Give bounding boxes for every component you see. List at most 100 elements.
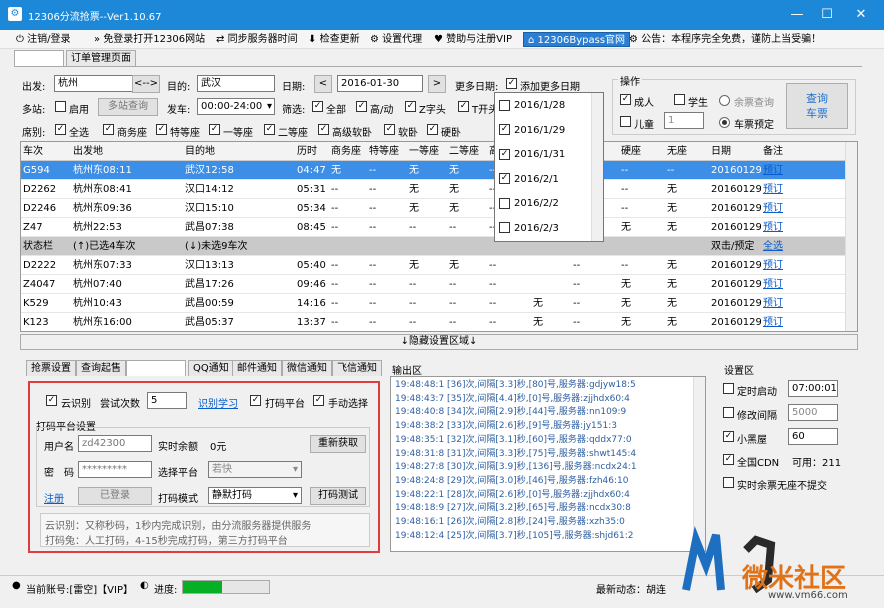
date-option-checkbox[interactable] bbox=[499, 99, 510, 111]
open-12306-button[interactable]: » 免登录打开12306网站 bbox=[94, 32, 205, 47]
minimize-button[interactable]: — bbox=[782, 0, 812, 30]
depart-select[interactable]: 00:00-24:00 ▾ bbox=[197, 98, 275, 115]
cloud-checkbox[interactable]: ✓ bbox=[46, 395, 57, 406]
realtime-checkbox[interactable] bbox=[723, 477, 734, 488]
tab-email[interactable]: 邮件通知 bbox=[232, 360, 282, 376]
seat-checkbox-3[interactable]: ✓ bbox=[209, 124, 220, 135]
table-row[interactable]: Z4047 杭州07:40 武昌17:26 09:46 -- -- -- -- -- -- 无 无 20… bbox=[21, 275, 847, 294]
blackroom-checkbox[interactable]: ✓ bbox=[723, 431, 734, 442]
date-input[interactable]: 2016-01-30 bbox=[337, 75, 423, 92]
table-cell[interactable]: 预订 bbox=[761, 256, 791, 275]
interval-checkbox[interactable] bbox=[723, 407, 734, 418]
seat-checkbox-7[interactable]: ✓ bbox=[427, 124, 438, 135]
tab-orders[interactable]: 订单管理页面 bbox=[66, 50, 136, 66]
date-option[interactable]: ✓ 2016/1/31 bbox=[499, 144, 565, 166]
tab-qq[interactable]: QQ通知 bbox=[188, 360, 234, 376]
to-input[interactable]: 武汉 bbox=[197, 75, 275, 92]
table-cell[interactable]: 预订 bbox=[761, 199, 791, 218]
table-cell[interactable]: 预订 bbox=[761, 275, 791, 294]
table-cell[interactable]: 全选 bbox=[761, 237, 791, 256]
timer-input[interactable]: 07:00:01 bbox=[788, 380, 838, 397]
blackroom-input[interactable]: 60 bbox=[788, 428, 838, 445]
username-field[interactable]: zd42300 bbox=[78, 435, 152, 452]
hide-settings-bar[interactable]: ↓隐藏设置区域↓ bbox=[20, 334, 858, 350]
date-option-checkbox[interactable]: ✓ bbox=[499, 173, 510, 184]
sponsor-button[interactable]: ♥ 赞助与注册VIP bbox=[434, 32, 512, 47]
from-input[interactable]: 杭州 bbox=[54, 75, 134, 92]
seat-checkbox-6[interactable]: ✓ bbox=[384, 124, 395, 135]
seat-checkbox-4[interactable]: ✓ bbox=[264, 124, 275, 135]
child-count-stepper[interactable]: 1 bbox=[664, 112, 704, 129]
login-status-button[interactable]: 已登录 bbox=[78, 487, 152, 505]
swap-button[interactable]: <--> bbox=[132, 75, 160, 93]
table-row[interactable]: Z47杭州22:53武昌07:3808:45------------无无2016… bbox=[21, 218, 847, 237]
date-option[interactable]: 2016/2/3 bbox=[499, 218, 559, 240]
seat-checkbox-0[interactable]: ✓ bbox=[55, 124, 66, 135]
tab-captcha[interactable]: 验证码设置 bbox=[126, 360, 186, 376]
register-link[interactable]: 注册 bbox=[44, 490, 64, 505]
check-update-button[interactable]: ⬇ 检查更新 bbox=[308, 32, 360, 47]
announcement[interactable]: ⚙ 公告：本程序完全免费，谨防上当受骗！ bbox=[629, 32, 821, 47]
filter-t-checkbox[interactable]: ✓ bbox=[458, 101, 469, 112]
platform-checkbox[interactable]: ✓ bbox=[250, 395, 261, 406]
interval-input[interactable]: 5000 bbox=[788, 404, 838, 421]
table-cell[interactable]: 预订 bbox=[761, 218, 791, 237]
seat-checkbox-1[interactable]: ✓ bbox=[103, 124, 114, 135]
table-cell[interactable]: 预订 bbox=[761, 294, 791, 313]
table-cell[interactable]: 预订 bbox=[761, 313, 791, 331]
close-button[interactable]: ✕ bbox=[846, 0, 876, 30]
table-row[interactable]: K123 杭州东16:00 武昌05:37 13:37 -- -- -- -- -- 无 -- 无 无 2… bbox=[21, 313, 847, 331]
date-option[interactable]: ✓ 2016/2/1 bbox=[499, 169, 559, 191]
date-option[interactable]: ✓ 2016/1/29 bbox=[499, 120, 565, 142]
table-cell[interactable]: 预订 bbox=[761, 161, 791, 180]
table-row[interactable]: 状态栏 (↑)已选4车次 (↓)未选9车次 双击/预定 全选 bbox=[21, 237, 847, 256]
ticket-check-radio[interactable] bbox=[719, 95, 730, 106]
ticket-reserve-radio[interactable] bbox=[719, 117, 730, 128]
seat-checkbox-2[interactable]: ✓ bbox=[156, 124, 167, 135]
tab-fetion[interactable]: 飞信通知 bbox=[332, 360, 382, 376]
password-field[interactable]: ********* bbox=[78, 461, 152, 478]
date-option-checkbox[interactable] bbox=[499, 197, 510, 209]
filter-z-checkbox[interactable]: ✓ bbox=[405, 101, 416, 112]
captcha-test-button[interactable]: 打码测试 bbox=[310, 487, 366, 505]
student-checkbox[interactable] bbox=[674, 94, 685, 105]
seat-checkbox-5[interactable]: ✓ bbox=[318, 124, 329, 135]
prev-date-button[interactable]: < bbox=[314, 75, 332, 93]
cdn-checkbox[interactable]: ✓ bbox=[723, 454, 734, 465]
date-option-checkbox[interactable] bbox=[499, 222, 510, 233]
platform-select[interactable]: 若快 ▾ bbox=[208, 461, 302, 478]
table-cell[interactable]: 预订 bbox=[761, 180, 791, 199]
tab-ticket[interactable]: 抢票页面 bbox=[14, 50, 64, 66]
add-dates-checkbox[interactable]: ✓ bbox=[506, 78, 517, 89]
adult-checkbox[interactable]: ✓ bbox=[620, 94, 631, 105]
table-row[interactable]: K529 杭州10:43 武昌00:59 14:16 -- -- -- -- -- 无 -- 无 无 20… bbox=[21, 294, 847, 313]
query-tickets-button[interactable]: 查询 车票 bbox=[786, 83, 848, 129]
table-row[interactable]: D2246杭州东09:36汉口15:1005:34----无无------无20… bbox=[21, 199, 847, 218]
date-option[interactable]: 2016/1/28 bbox=[499, 95, 565, 117]
timer-checkbox[interactable] bbox=[723, 383, 734, 394]
date-option-checkbox[interactable]: ✓ bbox=[499, 148, 510, 160]
table-scrollbar[interactable] bbox=[845, 142, 857, 331]
mode-select[interactable]: 静默打码 ▾ bbox=[208, 487, 302, 504]
more-dates-dropdown[interactable]: 2016/1/28 ✓ 2016/1/29 ✓ 2016/1/31 ✓ 2016/2/1 20… bbox=[494, 92, 604, 242]
login-button[interactable]: ⏻ 注销/登录 bbox=[16, 32, 70, 47]
date-option[interactable]: 2016/2/2 bbox=[499, 193, 559, 215]
maximize-button[interactable]: ☐ bbox=[812, 0, 842, 30]
manual-checkbox[interactable]: ✓ bbox=[313, 395, 324, 406]
tab-query-sale[interactable]: 查询起售 bbox=[76, 360, 126, 376]
try-count-stepper[interactable]: 5 bbox=[147, 392, 187, 409]
enable-checkbox[interactable] bbox=[55, 101, 66, 112]
tab-wechat[interactable]: 微信通知 bbox=[282, 360, 332, 376]
multi-query-button[interactable]: 多站查询 bbox=[98, 98, 158, 116]
table-row[interactable]: G594杭州东08:11武汉12:5804:47无--无无--------201… bbox=[21, 161, 847, 180]
filter-all-checkbox[interactable]: ✓ bbox=[312, 101, 323, 112]
official-site-button[interactable]: ⌂ 12306Bypass官网 bbox=[523, 32, 631, 47]
dropdown-scrollbar[interactable] bbox=[591, 93, 603, 241]
table-row[interactable]: D2262杭州东08:41汉口14:1205:31----无无------无20… bbox=[21, 180, 847, 199]
sync-time-button[interactable]: ⇄ 同步服务器时间 bbox=[216, 32, 298, 47]
learn-link[interactable]: 识别学习 bbox=[198, 395, 238, 410]
proxy-button[interactable]: ⚙ 设置代理 bbox=[370, 32, 422, 47]
table-row[interactable]: D2222 杭州东07:33 汉口13:13 05:40 -- -- 无 无 -- -- -- 无 20… bbox=[21, 256, 847, 275]
tab-grab-settings[interactable]: 抢票设置 bbox=[26, 360, 76, 376]
filter-gd-checkbox[interactable]: ✓ bbox=[356, 101, 367, 112]
